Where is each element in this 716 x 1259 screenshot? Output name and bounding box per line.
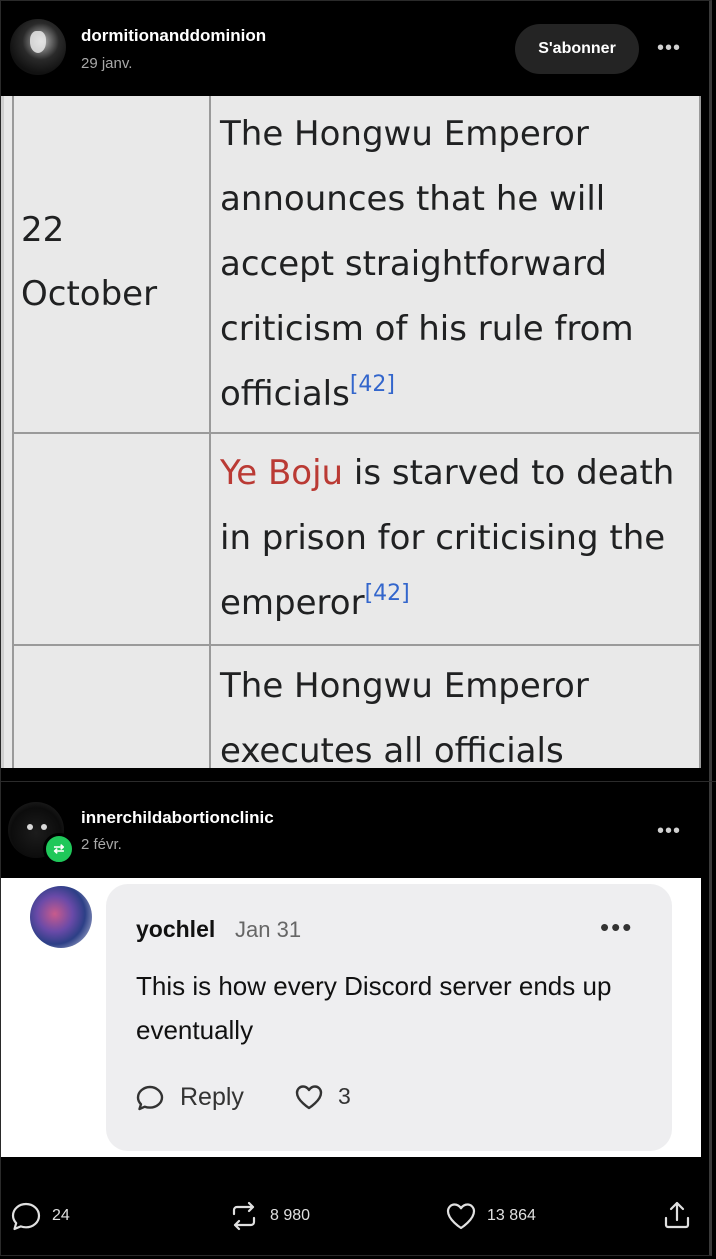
like-button[interactable]: 13 864 xyxy=(445,1201,536,1231)
share-upload-icon xyxy=(664,1201,690,1229)
commenter-username: yochlel xyxy=(136,916,216,942)
comment-like: 3 xyxy=(294,1083,351,1110)
reblog-button[interactable]: 8 980 xyxy=(228,1201,310,1231)
table-border-left-shadow xyxy=(1,96,4,768)
citation-link: [42] xyxy=(364,581,410,606)
heart-icon xyxy=(295,1084,323,1109)
comments-button[interactable]: 24 xyxy=(10,1201,70,1231)
citation-link: [42] xyxy=(349,372,395,397)
reply-label: Reply xyxy=(180,1083,244,1111)
cat-eye xyxy=(41,824,47,830)
comment-text: This is how every Discord server ends up… xyxy=(136,971,612,1045)
comment-reply: Reply xyxy=(136,1083,244,1112)
subscribe-button[interactable]: S'abonner xyxy=(515,24,639,74)
cat-eye xyxy=(27,824,33,830)
table-event-cell: The Hongwu Emperor announces that he wil… xyxy=(220,114,634,414)
commenter-avatar xyxy=(30,886,92,948)
comment-more-icon: ••• xyxy=(600,912,634,942)
reblog-icon xyxy=(232,1201,256,1231)
heart-icon xyxy=(446,1203,476,1230)
wiki-red-link: Ye Boju xyxy=(220,453,344,493)
share-button[interactable] xyxy=(662,1199,702,1231)
post-footer: 24 8 980 13 864 xyxy=(0,1188,716,1244)
author-avatar[interactable] xyxy=(10,19,66,75)
table-date-cell: 22 October xyxy=(21,210,158,314)
reblogs-count: 8 980 xyxy=(270,1207,311,1224)
comments-count: 24 xyxy=(52,1207,70,1224)
speech-bubble-icon xyxy=(136,1085,164,1110)
author-username[interactable]: dormitionanddominion xyxy=(81,26,266,46)
reblog-date[interactable]: 2 févr. xyxy=(81,836,122,853)
table-row-divider xyxy=(12,644,701,646)
post-date[interactable]: 29 janv. xyxy=(81,55,132,72)
like-count: 3 xyxy=(338,1083,351,1109)
table-row-divider xyxy=(12,432,701,434)
comment-icon xyxy=(11,1202,41,1231)
more-options-icon[interactable]: ••• xyxy=(657,820,681,843)
wikipedia-table-image: 22 October The Hongwu Emperor announces … xyxy=(1,96,701,768)
likes-count: 13 864 xyxy=(487,1207,536,1224)
table-event-cell: The Hongwu Emperor executes all official… xyxy=(220,666,589,768)
reblog-badge-icon: ⇄ xyxy=(43,833,75,865)
post-divider xyxy=(0,781,716,782)
more-options-icon[interactable]: ••• xyxy=(657,37,681,60)
reblogger-username[interactable]: innerchildabortionclinic xyxy=(81,808,274,828)
comment-date: Jan 31 xyxy=(235,917,302,942)
table-event-cell: Ye Boju is starved to death in prison fo… xyxy=(220,453,675,623)
